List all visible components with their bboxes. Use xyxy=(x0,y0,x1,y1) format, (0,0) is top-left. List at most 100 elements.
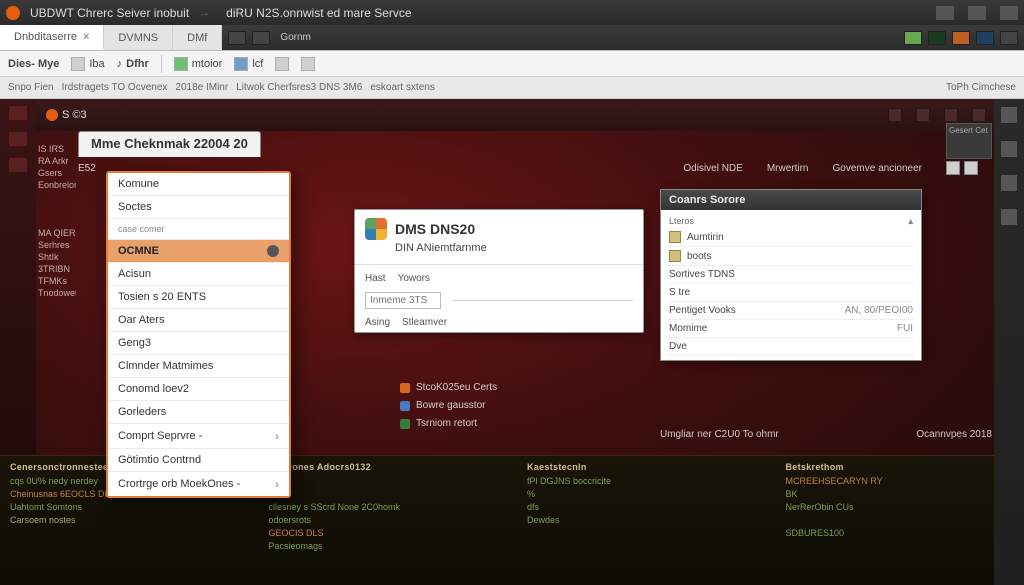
document-tabbar: Dnbditaserre × DVMNS DMf Gornm xyxy=(0,25,1024,51)
menu-item[interactable]: Soctes xyxy=(108,196,289,219)
tool-icon[interactable] xyxy=(1001,107,1017,123)
status-green-icon[interactable] xyxy=(904,31,922,45)
main-toolbar: Dies- Mye Iba ♪Dfhr mtoior lcf xyxy=(0,51,1024,77)
terminal-col: Kaeststecnln fPl DGJNS boccricite % dfs … xyxy=(527,462,756,553)
host-input[interactable] xyxy=(365,292,441,309)
window-title-2: diRU N2S.onnwist ed mare Servce xyxy=(226,6,411,20)
menu-item[interactable]: Götimtio Contrnd xyxy=(108,449,289,472)
collapse-icon[interactable]: ▴ xyxy=(908,216,913,227)
dns-logo-icon xyxy=(365,218,387,240)
inner-badge: S ©3 xyxy=(46,109,87,121)
crumb[interactable]: 2018e IMinr xyxy=(175,82,228,93)
tab-2[interactable]: DVMNS xyxy=(104,25,173,50)
panel-toggle-icon[interactable] xyxy=(946,161,960,175)
menu-item[interactable]: Geng3 xyxy=(108,332,289,355)
field-label: Stleamver xyxy=(402,317,447,328)
tool-icon[interactable] xyxy=(1001,141,1017,157)
tool-icon[interactable] xyxy=(1001,175,1017,191)
crumb[interactable]: Irdstragets TO Ocvenex xyxy=(62,82,168,93)
pencil-icon[interactable] xyxy=(888,108,902,122)
prop-row[interactable]: Sortives TDNS xyxy=(669,266,913,284)
swatch-icon[interactable] xyxy=(252,31,270,45)
workarea: IS IRSRA ArkrGsers Eonbrelor MA QIERCISS… xyxy=(0,99,1024,585)
status-orange-icon[interactable] xyxy=(952,31,970,45)
tab-3[interactable]: DMf xyxy=(173,25,222,50)
grid-icon xyxy=(301,57,315,71)
menu-item[interactable]: Govemve ancioneer xyxy=(833,163,923,174)
tool-e[interactable]: lcf xyxy=(234,57,263,71)
crumb[interactable]: Litwok Cherfsres3 DNS 3M6 xyxy=(236,82,362,93)
right-label: Gornm xyxy=(280,32,311,43)
tool-c[interactable]: ♪Dfhr xyxy=(117,58,149,70)
tool-icon[interactable] xyxy=(1001,209,1017,225)
status-item[interactable]: Bowre gausstor xyxy=(400,397,497,415)
tool-icon[interactable] xyxy=(8,157,28,173)
properties-panel: Coanrs Sorore Lteros▴ Aumtirin boots Sor… xyxy=(660,189,922,361)
prop-row[interactable]: Dve xyxy=(669,338,913,356)
tool-d[interactable]: mtoior xyxy=(174,57,223,71)
minimize-button[interactable] xyxy=(936,6,954,20)
monitor-icon xyxy=(174,57,188,71)
menu-item-selected[interactable]: OCMNE xyxy=(108,240,289,263)
tool-a[interactable]: Dies- Mye xyxy=(8,58,59,70)
status-list: StcoK025eu Certs Bowre gausstor Tsrniom … xyxy=(400,379,497,433)
tabbar-right: Gornm xyxy=(222,25,1024,50)
right-toolstrip xyxy=(994,99,1024,585)
maximize-button[interactable] xyxy=(968,6,986,20)
tool-g[interactable] xyxy=(301,57,315,71)
doc-icon xyxy=(71,57,85,71)
prop-row[interactable]: MomimeFUI xyxy=(669,320,913,338)
tool-icon[interactable] xyxy=(8,105,28,121)
swatch-icon[interactable] xyxy=(228,31,246,45)
panel-title: Coanrs Sorore xyxy=(661,190,921,210)
min-icon[interactable] xyxy=(944,108,958,122)
app-icon xyxy=(6,6,20,20)
status-grey-icon[interactable] xyxy=(1000,31,1018,45)
close-button[interactable] xyxy=(1000,6,1018,20)
menu-item[interactable]: Gorleders xyxy=(108,401,289,424)
crumb[interactable]: ToPh Cimchese xyxy=(946,82,1016,93)
inner-statusbar: Umgliar ner C2U0 To ohmr Ocannvpes 2018 xyxy=(660,429,992,440)
crumb[interactable]: Snpo Fien xyxy=(8,82,54,93)
menu-item[interactable]: Oar Aters xyxy=(108,309,289,332)
menu-item[interactable]: Acisun xyxy=(108,263,289,286)
status-item[interactable]: Tsrniom retort xyxy=(400,415,497,433)
right-minipanel[interactable]: Gesert Cet xyxy=(946,123,992,159)
prop-row[interactable]: Aumtirin xyxy=(669,228,913,247)
menu-item[interactable]: Tosien s 20 ENTS xyxy=(108,286,289,309)
breadcrumb: Snpo Fien Irdstragets TO Ocvenex 2018e I… xyxy=(0,77,1024,99)
cursor-icon[interactable] xyxy=(916,108,930,122)
inner-titlebar: S ©3 xyxy=(36,99,1024,131)
status-blue-icon[interactable] xyxy=(976,31,994,45)
menu-item[interactable]: Odisivel NDE xyxy=(683,163,742,174)
field-label: Yowors xyxy=(398,273,430,284)
menu-item[interactable]: Conomd loev2 xyxy=(108,378,289,401)
bullet-icon xyxy=(400,383,410,393)
panel-toggle-icon[interactable] xyxy=(964,161,978,175)
prop-row[interactable]: S tre xyxy=(669,284,913,302)
close-icon[interactable]: × xyxy=(83,31,89,43)
menu-item-submenu[interactable]: Crortrge orb MoekOnes - xyxy=(108,472,289,496)
prop-row[interactable]: boots xyxy=(669,247,913,266)
terminal-col: Rnadones Adocrs0132 lfSt RSt cllesney s … xyxy=(269,462,498,553)
menu-item[interactable]: Komune xyxy=(108,173,289,196)
status-item[interactable]: StcoK025eu Certs xyxy=(400,379,497,397)
tool-f[interactable] xyxy=(275,57,289,71)
tool-b[interactable]: Iba xyxy=(71,57,104,71)
left-outline: IS IRSRA ArkrGsers Eonbrelor MA QIERCISS… xyxy=(38,143,76,299)
status-dark-icon[interactable] xyxy=(928,31,946,45)
tool-icon[interactable] xyxy=(8,131,28,147)
tab-label: Dnbditaserre xyxy=(14,31,77,43)
inner-tab-title[interactable]: Mme Cheknmak 22004 20 xyxy=(78,131,261,157)
menu-item-submenu[interactable]: Comprt Seprvre - xyxy=(108,424,289,449)
menu-item[interactable]: case comer xyxy=(108,219,289,240)
tab-1[interactable]: Dnbditaserre × xyxy=(0,25,104,50)
bars-icon xyxy=(275,57,289,71)
check-icon xyxy=(267,245,279,257)
menu-item[interactable]: Mrwertirn xyxy=(767,163,809,174)
menu-item[interactable]: Clmnder Matmimes xyxy=(108,355,289,378)
max-icon[interactable] xyxy=(972,108,986,122)
menu-item[interactable]: E52 xyxy=(78,163,96,174)
prop-row[interactable]: Pentiget VooksAN, 80/PEOI00 xyxy=(669,302,913,320)
crumb[interactable]: eskoart sxtens xyxy=(370,82,434,93)
